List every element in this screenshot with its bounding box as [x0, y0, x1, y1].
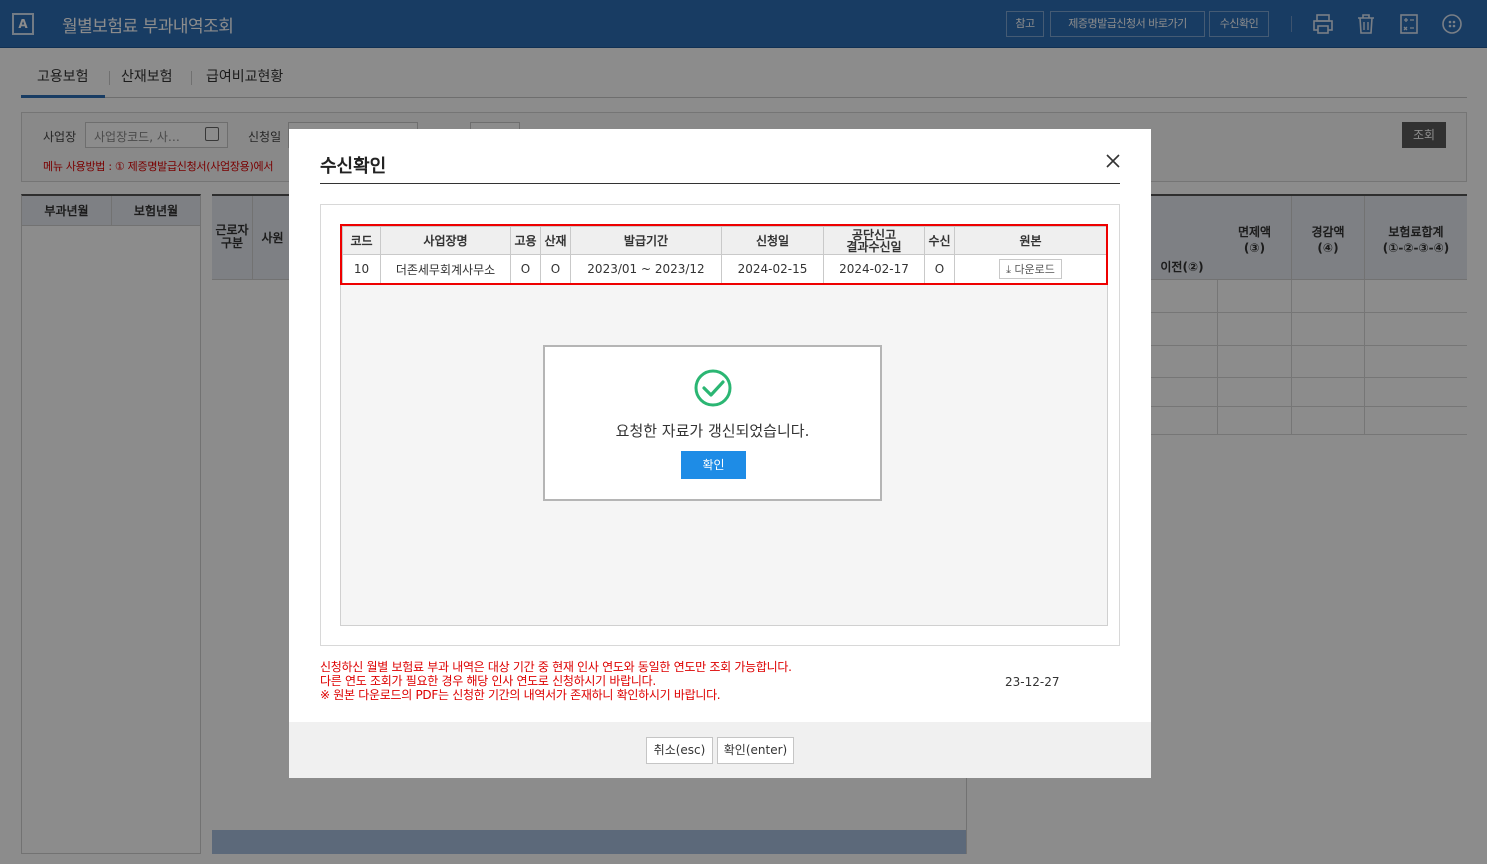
cell-original: ⤓ 다운로드: [954, 254, 1107, 284]
modal-title: 수신확인: [320, 156, 387, 177]
col-biz-name[interactable]: 사업장명: [380, 226, 511, 255]
cell-apply-date: 2024-02-15: [721, 254, 824, 284]
cell-receive-date: 2024-02-17: [823, 254, 925, 284]
notice-line: 다른 연도 조회가 필요한 경우 해당 인사 연도로 신청하시기 바랍니다.: [320, 674, 656, 688]
modal-title-divider: [320, 183, 1120, 184]
cell-biz-name: 더존세무회계사무소: [380, 254, 511, 284]
cell-received: O: [924, 254, 955, 284]
download-label: 다운로드: [1014, 263, 1055, 276]
table-row[interactable]: 10 더존세무회계사무소 O O 2023/01 ~ 2023/12 2024-…: [342, 254, 1107, 284]
check-circle-icon: [693, 368, 733, 408]
notice-line: 신청하신 월별 보험료 부과 내역은 대상 기간 중 현재 인사 연도와 동일한…: [320, 660, 792, 674]
notice-line: ※ 원본 다운로드의 PDF는 신청한 기간의 내역서가 존재하니 확인하시기 …: [320, 688, 721, 702]
download-icon: ⤓: [1006, 263, 1011, 276]
cell-code: 10: [342, 254, 381, 284]
col-employment[interactable]: 고용: [510, 226, 541, 255]
col-received[interactable]: 수신: [924, 226, 955, 255]
col-code[interactable]: 코드: [342, 226, 381, 255]
alert-message: 요청한 자료가 갱신되었습니다.: [615, 422, 810, 440]
col-receive-date[interactable]: 공단신고 결과수신일: [823, 226, 925, 255]
notice-text: 신청하신 월별 보험료 부과 내역은 대상 기간 중 현재 인사 연도와 동일한…: [320, 660, 792, 702]
cell-employment: O: [510, 254, 541, 284]
cell-issue-period: 2023/01 ~ 2023/12: [570, 254, 722, 284]
alert-ok-button[interactable]: 확인: [681, 451, 746, 479]
col-industrial[interactable]: 산재: [540, 226, 571, 255]
download-button[interactable]: ⤓ 다운로드: [999, 259, 1062, 279]
confirm-button[interactable]: 확인(enter): [717, 737, 794, 764]
cell-industrial: O: [540, 254, 571, 284]
receipt-table: 코드 사업장명 고용 산재 발급기간 신청일 공단신고 결과수신일 수신 원본 …: [342, 226, 1107, 284]
cancel-button[interactable]: 취소(esc): [646, 737, 713, 764]
close-icon[interactable]: [1102, 152, 1124, 174]
col-original[interactable]: 원본: [954, 226, 1107, 255]
col-issue-period[interactable]: 발급기간: [570, 226, 722, 255]
date-text: 23-12-27: [1005, 675, 1060, 689]
col-apply-date[interactable]: 신청일: [721, 226, 824, 255]
